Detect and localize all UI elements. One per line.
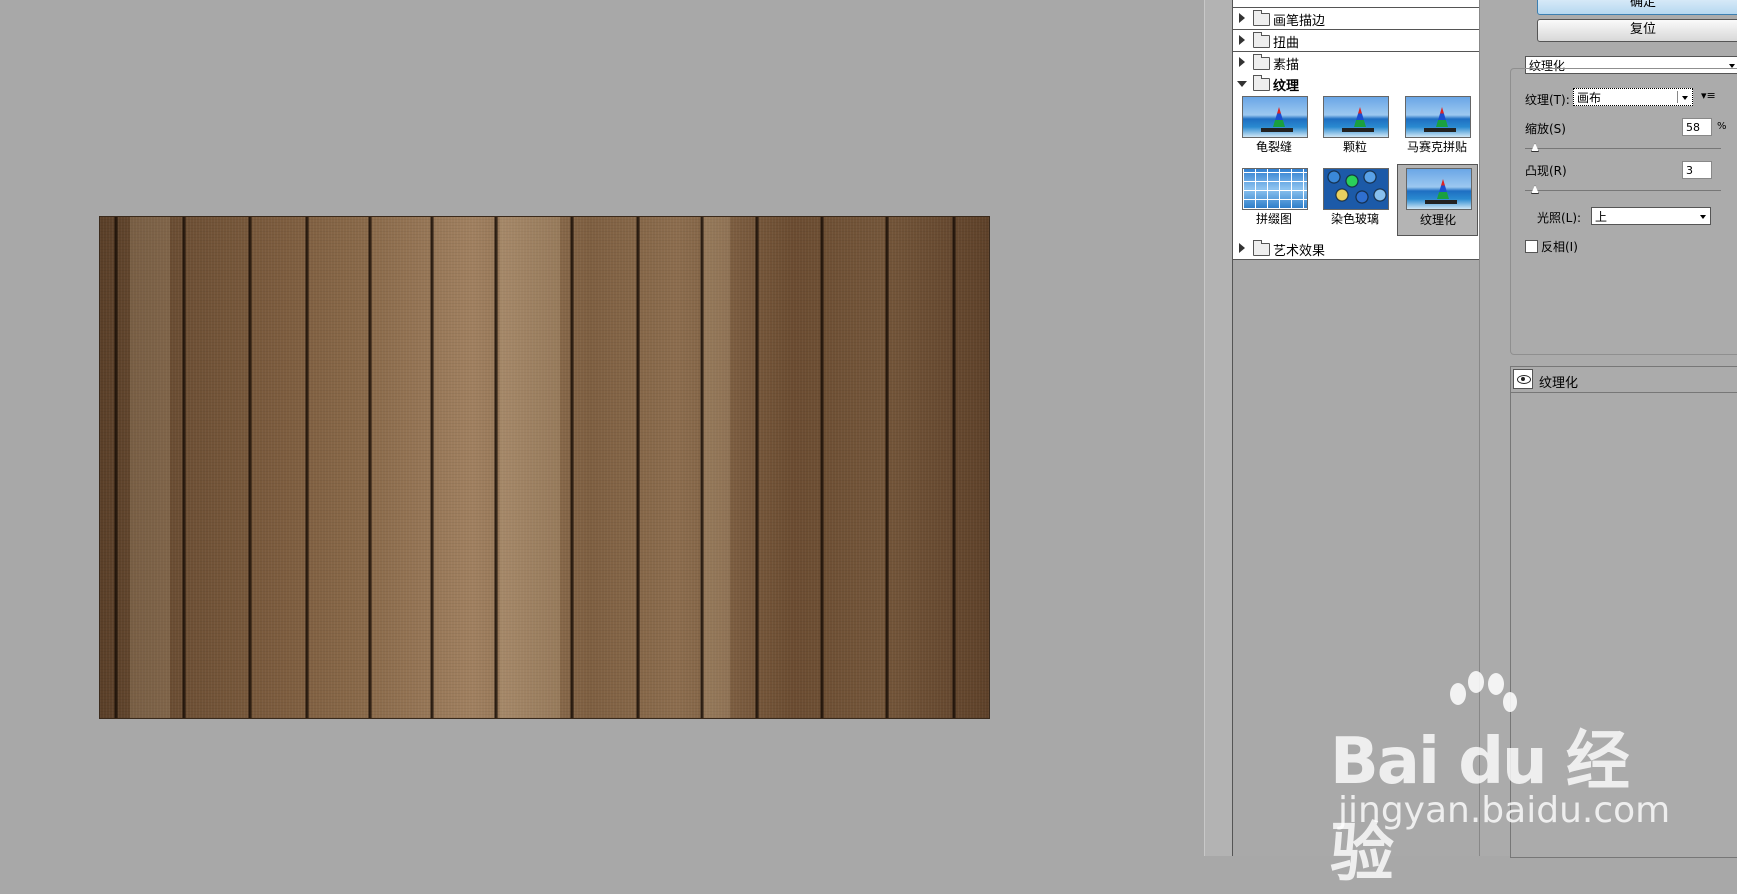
expand-triangle-icon[interactable] xyxy=(1239,35,1245,45)
thumbnail-image xyxy=(1242,96,1308,138)
texture-label: 纹理(T): xyxy=(1525,93,1570,107)
thumbnail-image xyxy=(1242,168,1308,210)
invert-label: 反相(I) xyxy=(1541,240,1578,254)
relief-slider-track[interactable] xyxy=(1525,190,1721,191)
thumbnail-image xyxy=(1323,96,1389,138)
folder-icon xyxy=(1253,32,1270,48)
reset-button[interactable]: 复位 xyxy=(1537,19,1737,42)
light-label: 光照(L): xyxy=(1537,211,1582,225)
thumb-craquelure[interactable]: 龟裂缝 xyxy=(1236,94,1308,160)
category-artistic[interactable]: 艺术效果 xyxy=(1233,238,1479,260)
expand-triangle-icon[interactable] xyxy=(1239,243,1245,253)
thumb-grain[interactable]: 颗粒 xyxy=(1317,94,1389,160)
texture-select-value: 画布 xyxy=(1577,91,1602,105)
relief-label: 凸现(R) xyxy=(1525,164,1567,178)
chevron-down-icon xyxy=(1700,215,1706,219)
texturized-wood-preview-image[interactable] xyxy=(99,216,990,719)
eye-icon[interactable] xyxy=(1513,369,1533,389)
category-texture[interactable]: 纹理 xyxy=(1233,73,1479,95)
thumb-label: 马赛克拼贴 xyxy=(1406,140,1467,154)
category-label: 纹理 xyxy=(1273,79,1300,94)
thumb-patchwork[interactable]: 拼缀图 xyxy=(1236,166,1308,232)
watermark-url: jingyan.baidu.com xyxy=(1338,790,1671,831)
category-brush-strokes[interactable]: 画笔描边 xyxy=(1233,8,1479,30)
light-select[interactable]: 上 xyxy=(1591,207,1711,225)
folder-open-icon xyxy=(1253,75,1270,91)
relief-input[interactable]: 3 xyxy=(1682,161,1712,179)
category-distort[interactable]: 扭曲 xyxy=(1233,30,1479,52)
effect-layer-row[interactable]: 纹理化 xyxy=(1511,367,1737,393)
thumb-texturizer[interactable]: 纹理化 xyxy=(1397,164,1478,236)
expand-triangle-icon[interactable] xyxy=(1239,13,1245,23)
thumbnail-image xyxy=(1406,168,1472,210)
category-label: 素描 xyxy=(1273,58,1300,73)
panel-divider xyxy=(1204,0,1233,856)
folder-icon xyxy=(1253,240,1270,256)
category-label: 画笔描边 xyxy=(1273,14,1326,29)
category-label: 扭曲 xyxy=(1273,36,1300,51)
folder-icon xyxy=(1253,10,1270,26)
collapse-triangle-icon[interactable] xyxy=(1237,81,1247,87)
category-label: 艺术效果 xyxy=(1273,244,1326,259)
invert-checkbox[interactable] xyxy=(1525,240,1538,253)
thumb-mosaic-tiles[interactable]: 马赛克拼贴 xyxy=(1399,94,1471,160)
thumb-label: 染色玻璃 xyxy=(1330,212,1379,226)
folder-icon xyxy=(1253,54,1270,70)
texture-menu-icon[interactable]: ▾≡ xyxy=(1701,89,1716,102)
thumbnail-image xyxy=(1323,168,1389,210)
thumb-label: 颗粒 xyxy=(1342,140,1367,154)
thumb-label: 拼缀图 xyxy=(1255,212,1292,226)
scaling-label: 缩放(S) xyxy=(1525,122,1566,136)
ok-button[interactable]: 确定 xyxy=(1537,0,1737,15)
chevron-down-icon xyxy=(1682,96,1688,100)
thumbnail-image xyxy=(1405,96,1471,138)
scaling-slider-track[interactable] xyxy=(1525,148,1721,149)
thumb-label: 纹理化 xyxy=(1419,213,1456,227)
category-sketch[interactable]: 素描 xyxy=(1233,52,1479,74)
baidu-jingyan-watermark: Bai du 经验 jingyan.baidu.com xyxy=(1330,670,1670,891)
texture-thumbnails: 龟裂缝 颗粒 马赛克拼贴 拼缀图 染色玻璃 纹理化 xyxy=(1233,94,1479,239)
thumb-stained-glass[interactable]: 染色玻璃 xyxy=(1317,166,1389,232)
texture-select[interactable]: 画布 xyxy=(1573,88,1693,106)
scaling-input[interactable]: 58 xyxy=(1682,118,1712,136)
preview-area xyxy=(0,0,1204,856)
light-select-value: 上 xyxy=(1595,210,1608,224)
scaling-unit: % xyxy=(1717,121,1727,132)
texturizer-options: 纹理(T): 画布 ▾≡ 缩放(S) 58 % 凸现(R) 3 光照(L): 上… xyxy=(1510,68,1737,355)
category-partial-top xyxy=(1233,0,1479,8)
thumb-label: 龟裂缝 xyxy=(1255,140,1292,154)
effect-layer-label: 纹理化 xyxy=(1539,376,1579,391)
expand-triangle-icon[interactable] xyxy=(1239,57,1245,67)
